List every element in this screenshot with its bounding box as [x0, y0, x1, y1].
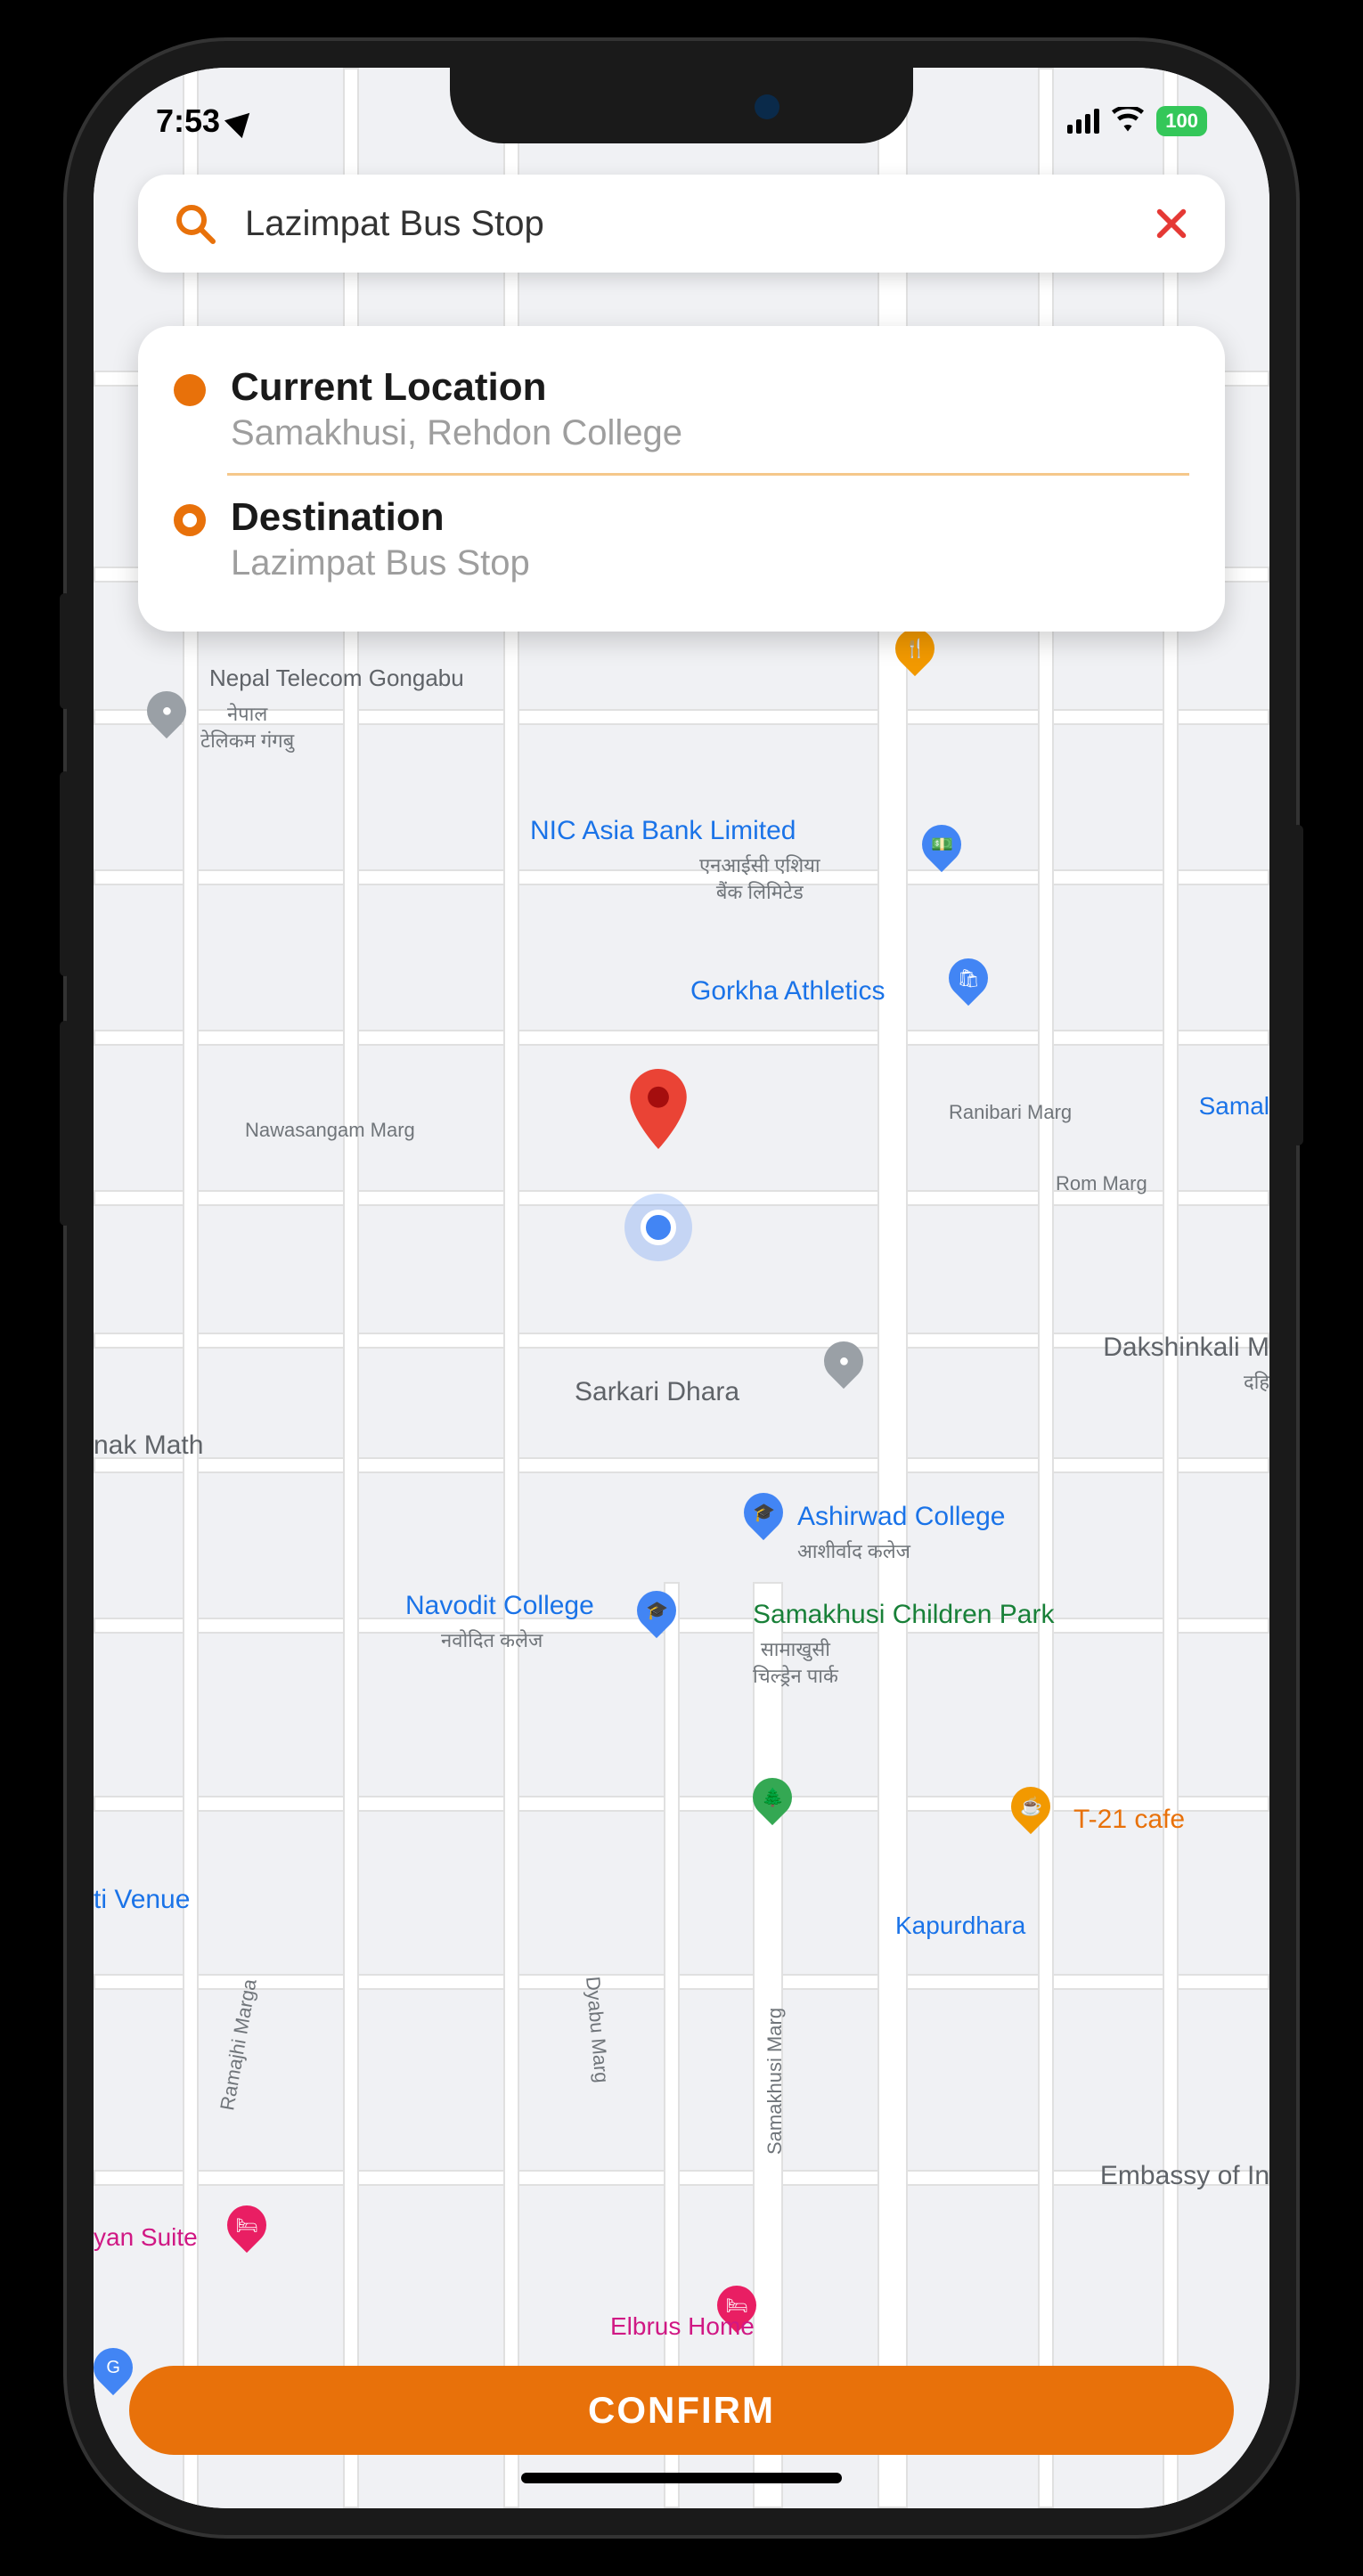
map-pin-icon[interactable]: G	[94, 2348, 133, 2398]
map-pin-icon[interactable]: ●	[824, 1341, 863, 1391]
map-label: आशीर्वाद कलेज	[797, 1537, 910, 1564]
divider	[227, 473, 1189, 476]
map-pin-college-icon[interactable]: 🎓	[744, 1493, 783, 1543]
current-location-dot-icon	[174, 374, 206, 406]
map-label: नवोदित कलेज	[441, 1626, 543, 1653]
map-pin-cafe-icon[interactable]: ☕	[1011, 1787, 1050, 1837]
map-pin-bank-icon[interactable]: 💵	[922, 825, 961, 875]
map-label: Embassy of In	[1100, 2161, 1269, 2191]
map-label: Rom Marg	[1056, 1172, 1147, 1195]
search-bar[interactable]	[138, 175, 1225, 273]
destination-subtitle: Lazimpat Bus Stop	[231, 543, 1189, 583]
map-pin-hotel-icon[interactable]: 🛏	[227, 2205, 266, 2255]
search-input[interactable]	[245, 204, 1154, 244]
battery-indicator: 100	[1156, 106, 1207, 136]
map-label: दहि	[1244, 1368, 1269, 1395]
map-pin-park-icon[interactable]: 🌲	[753, 1778, 792, 1828]
current-location-subtitle: Samakhusi, Rehdon College	[231, 413, 1189, 453]
current-location-title: Current Location	[231, 365, 1189, 410]
map-label: सामाखुसी चिल्ड्रेन पार्क	[753, 1635, 838, 1689]
map-label: Dakshinkali M	[1103, 1333, 1269, 1363]
map-label: Kapurdhara	[895, 1912, 1025, 1940]
map-pin-college-icon[interactable]: 🎓	[637, 1591, 676, 1641]
map-label: ti Venue	[94, 1885, 190, 1915]
search-icon	[174, 202, 216, 245]
home-indicator[interactable]	[521, 2473, 842, 2483]
map-label: Samakhusi Marg	[763, 2008, 787, 2155]
status-time: 7:53	[156, 102, 220, 140]
phone-notch	[450, 68, 913, 143]
map-label: Ranibari Marg	[949, 1101, 1072, 1124]
map-pin-icon[interactable]: ●	[147, 691, 186, 741]
destination-row[interactable]: Destination Lazimpat Bus Stop	[174, 483, 1189, 596]
volume-down-button	[60, 1021, 70, 1226]
phone-screen: 7:53 100	[94, 68, 1269, 2508]
map-label: Nawasangam Marg	[245, 1119, 415, 1142]
destination-title: Destination	[231, 495, 1189, 540]
map-label: नेपाल टेलिकम गंगबु	[200, 700, 294, 754]
clear-search-button[interactable]	[1154, 206, 1189, 241]
destination-ring-icon	[174, 504, 206, 536]
map-label: Samakhusi Children Park	[753, 1600, 1054, 1630]
location-card: Current Location Samakhusi, Rehdon Colle…	[138, 326, 1225, 632]
power-button	[1293, 825, 1303, 1145]
map-pin-restaurant-icon[interactable]: 🍴	[895, 629, 935, 679]
map-label: Sarkari Dhara	[575, 1377, 739, 1407]
map-label: Gorkha Athletics	[690, 976, 885, 1007]
confirm-button[interactable]: CONFIRM	[129, 2366, 1234, 2455]
phone-frame: 7:53 100	[67, 41, 1296, 2535]
map-pin-shop-icon[interactable]: 🛍	[949, 958, 988, 1008]
phone-side-button	[60, 593, 70, 709]
map-label: yan Suite	[94, 2223, 198, 2252]
map-label: nak Math	[94, 1431, 203, 1461]
wifi-icon	[1112, 102, 1144, 140]
map-label: Elbrus Home	[610, 2312, 755, 2341]
current-location-row[interactable]: Current Location Samakhusi, Rehdon Colle…	[174, 353, 1189, 466]
location-services-icon	[224, 104, 258, 138]
map-label: एनआईसी एशिया बैंक लिमिटेड	[699, 852, 820, 905]
map-label: NIC Asia Bank Limited	[530, 816, 796, 846]
map-label: Ashirwad College	[797, 1502, 1005, 1532]
current-location-dot	[641, 1210, 676, 1245]
cellular-signal-icon	[1067, 109, 1099, 134]
map-label: Navodit College	[405, 1591, 594, 1621]
volume-up-button	[60, 771, 70, 976]
destination-pin-icon[interactable]	[630, 1069, 687, 1153]
map-label: Samal	[1199, 1092, 1269, 1121]
map-label: Nepal Telecom Gongabu	[209, 664, 464, 692]
map-label: T-21 cafe	[1073, 1805, 1185, 1835]
